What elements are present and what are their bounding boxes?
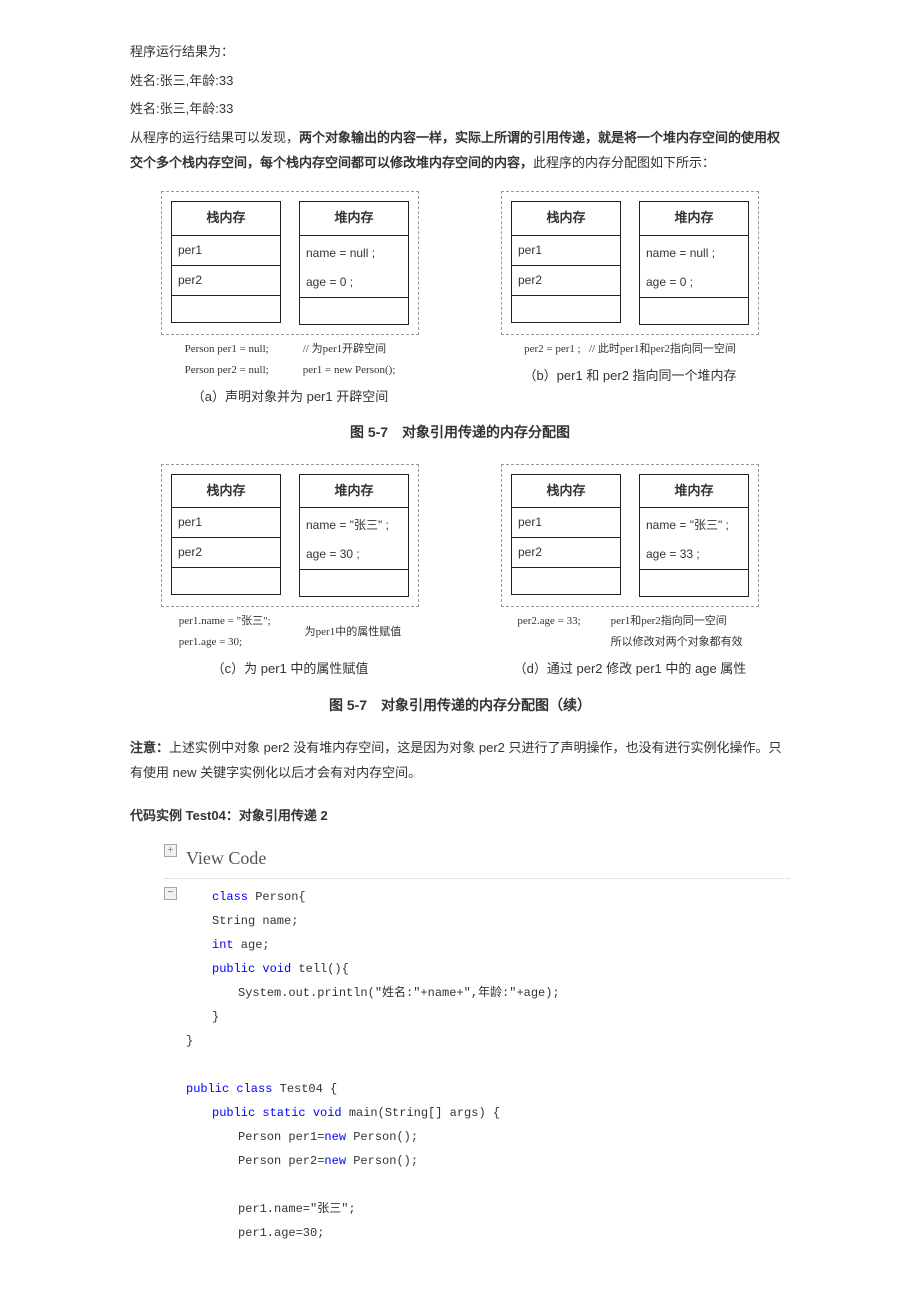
stack-header: 栈内存 [172, 475, 280, 509]
code-per1-age: per1.age=30; [186, 1221, 790, 1245]
heap-age: age = 0 ; [300, 268, 408, 297]
cell-per1: per1 [172, 508, 280, 538]
note-paragraph: 注意：上述实例中对象 per2 没有堆内存空间，这是因为对象 per2 只进行了… [130, 736, 790, 785]
note-per2-age: per2.age = 33; [517, 611, 580, 653]
fig-5-7-d: 栈内存 per1 per2 堆内存 name = "张三" ; age = 33… [470, 464, 790, 682]
caption-c: （c）为 per1 中的属性赋值 [130, 657, 450, 682]
cell-per1: per1 [512, 236, 620, 266]
intro-seg-a: 从程序的运行结果可以发现， [130, 130, 299, 145]
code-field-name: String name; [186, 909, 790, 933]
heap-name: name = "张三" ; [300, 508, 408, 540]
caption-b: （b）per1 和 per2 指向同一个堆内存 [470, 364, 790, 389]
stack-header: 栈内存 [512, 475, 620, 509]
note-assign: per2 = per1 ; [524, 343, 581, 355]
intro-line-1: 程序运行结果为： [130, 40, 790, 65]
code-field-age: age; [234, 938, 270, 952]
heap-age: age = 30 ; [300, 540, 408, 569]
heap-name: name = null ; [640, 236, 748, 268]
heap-age: age = 33 ; [640, 540, 748, 569]
fig-5-7-b: 栈内存 per1 per2 堆内存 name = null ; age = 0 … [470, 191, 790, 409]
stack-header: 栈内存 [512, 202, 620, 236]
note-body: 上述实例中对象 per2 没有堆内存空间，这是因为对象 per2 只进行了声明操… [130, 740, 782, 780]
code-per2-decl-b: Person(); [346, 1154, 418, 1168]
heap-box: 堆内存 name = null ; age = 0 ; [299, 201, 409, 324]
code-println: System.out.println("姓名:"+name+",年龄:"+age… [186, 981, 790, 1005]
heap-age: age = 0 ; [640, 268, 748, 297]
code-per2-decl-a: Person per2= [238, 1154, 324, 1168]
heap-box: 堆内存 name = "张三" ; age = 30 ; [299, 474, 409, 597]
note-per1-age: per1.age = 30; [179, 632, 271, 653]
heap-box: 堆内存 name = null ; age = 0 ; [639, 201, 749, 324]
kw-new-2: new [324, 1154, 346, 1168]
figure-5-7-caption: 图 5-7 对象引用传递的内存分配图 [130, 419, 790, 446]
code-per1-decl-a: Person per1= [238, 1130, 324, 1144]
note-same-space: per1和per2指向同一空间 [611, 611, 743, 632]
fig-5-7-c: 栈内存 per1 per2 堆内存 name = "张三" ; age = 30… [130, 464, 450, 682]
code-per1-name: per1.name="张三"; [186, 1197, 790, 1221]
collapse-icon[interactable]: − [164, 887, 177, 900]
note-assign-attr: 为per1中的属性赋值 [305, 611, 402, 653]
view-code-label: View Code [186, 848, 266, 868]
code-person: Person{ [248, 890, 306, 904]
kw-new-1: new [324, 1130, 346, 1144]
view-code-header[interactable]: + View Code [164, 838, 790, 879]
fig-5-7-a: 栈内存 per1 per2 堆内存 name = null ; age = 0 … [130, 191, 450, 409]
section-title-body: 对象引用传递 2 [239, 808, 328, 823]
kw-class: class [212, 890, 248, 904]
heap-box: 堆内存 name = "张三" ; age = 33 ; [639, 474, 749, 597]
note-comment-alloc: // 为per1开辟空间 [303, 339, 396, 360]
heap-name: name = null ; [300, 236, 408, 268]
kw-public-class: public class [186, 1082, 272, 1096]
note-both-effective: 所以修改对两个对象都有效 [611, 632, 743, 653]
heap-header: 堆内存 [640, 475, 748, 509]
note-new-person: per1 = new Person(); [303, 360, 396, 381]
figure-5-7-caption-cont: 图 5-7 对象引用传递的内存分配图（续） [130, 692, 790, 719]
expand-icon[interactable]: + [164, 844, 177, 857]
cell-per1: per1 [172, 236, 280, 266]
stack-box: 栈内存 per1 per2 [171, 201, 281, 322]
note-prefix: 注意： [130, 740, 169, 755]
heap-header: 堆内存 [300, 475, 408, 509]
heap-name: name = "张三" ; [640, 508, 748, 540]
caption-d: （d）通过 per2 修改 per1 中的 age 属性 [470, 657, 790, 682]
code-close-2: } [186, 1029, 790, 1053]
code-test04: Test04 { [272, 1082, 337, 1096]
stack-box: 栈内存 per1 per2 [511, 474, 621, 595]
kw-public-void: public void [212, 962, 291, 976]
code-block: + View Code − class Person{ String name;… [164, 838, 790, 1245]
section-title-prefix: 代码实例 Test04： [130, 808, 239, 823]
figure-5-7: 栈内存 per1 per2 堆内存 name = null ; age = 0 … [130, 191, 790, 718]
section-title-test04: 代码实例 Test04：对象引用传递 2 [130, 804, 790, 829]
output-line-2: 姓名:张三,年龄:33 [130, 97, 790, 122]
cell-per1: per1 [512, 508, 620, 538]
intro-paragraph: 从程序的运行结果可以发现，两个对象输出的内容一样，实际上所谓的引用传递，就是将一… [130, 126, 790, 175]
kw-psv: public static void [212, 1106, 342, 1120]
note-comment-same: // 此时per1和per2指向同一空间 [589, 343, 736, 355]
code-main-sig: main(String[] args) { [342, 1106, 500, 1120]
output-line-1: 姓名:张三,年龄:33 [130, 69, 790, 94]
heap-header: 堆内存 [300, 202, 408, 236]
code-tell-sig: tell(){ [291, 962, 349, 976]
intro-seg-c: 此程序的内存分配图如下所示： [533, 155, 715, 170]
note-per1-name: per1.name = "张三"; [179, 611, 271, 632]
code-per1-decl-b: Person(); [346, 1130, 418, 1144]
code-close-1: } [186, 1005, 790, 1029]
code-body: − class Person{ String name; int age; pu… [164, 879, 790, 1245]
stack-header: 栈内存 [172, 202, 280, 236]
cell-per2: per2 [512, 538, 620, 568]
cell-per2: per2 [172, 538, 280, 568]
cell-per2: per2 [512, 266, 620, 296]
caption-a: （a）声明对象并为 per1 开辟空间 [130, 385, 450, 410]
note-per1-null: Person per1 = null; [185, 339, 269, 360]
heap-header: 堆内存 [640, 202, 748, 236]
kw-int: int [212, 938, 234, 952]
cell-per2: per2 [172, 266, 280, 296]
stack-box: 栈内存 per1 per2 [511, 201, 621, 322]
note-per2-null: Person per2 = null; [185, 360, 269, 381]
stack-box: 栈内存 per1 per2 [171, 474, 281, 595]
